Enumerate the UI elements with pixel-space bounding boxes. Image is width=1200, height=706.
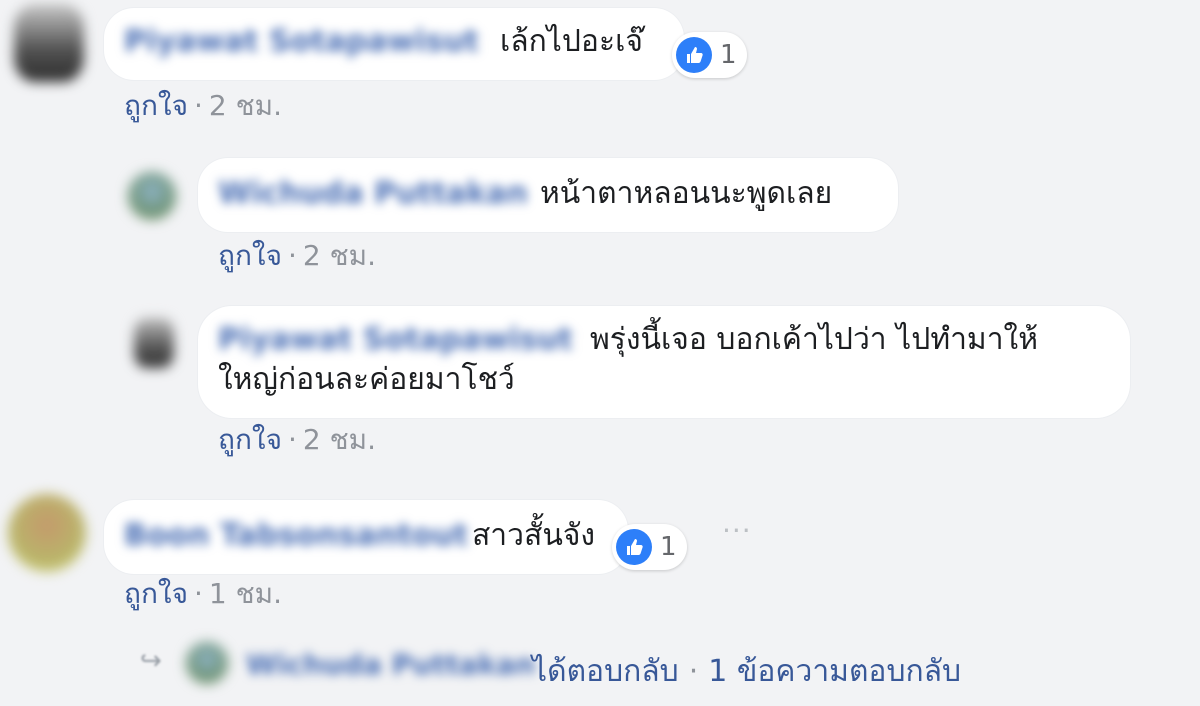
- comment-author[interactable]: Wichuda Puttakan: [218, 176, 528, 211]
- thumbs-up-icon: [616, 529, 652, 565]
- thumbs-up-icon: [676, 37, 712, 73]
- comment-text-line: พรุ่งนี้เจอ บอกเค้าไปว่า ไปทำมาให้: [590, 322, 1038, 357]
- reaction-badge[interactable]: 1: [672, 32, 747, 78]
- reply-arrow-icon: ↪: [140, 646, 162, 676]
- comment-meta: ถูกใจ · 2 ชม.: [218, 240, 376, 272]
- avatar[interactable]: [186, 642, 228, 684]
- comment-text: หน้าตาหลอนนะพูดเลย: [540, 176, 833, 211]
- comment-author[interactable]: Boon Tabsonsantout: [124, 518, 468, 553]
- comment-text-line: ใหญ่ก่อนละค่อยมาโชว์: [218, 362, 515, 397]
- meta-separator: ·: [193, 89, 203, 122]
- comment-meta: ถูกใจ · 1 ชม.: [124, 578, 282, 610]
- like-link[interactable]: ถูกใจ: [124, 89, 188, 122]
- avatar[interactable]: [128, 172, 176, 220]
- more-options-icon[interactable]: ···: [722, 514, 752, 547]
- comment-text: สาวสั้นจัง: [472, 518, 596, 553]
- comment-time[interactable]: 2 ชม.: [209, 89, 282, 122]
- reaction-count: 1: [660, 532, 677, 562]
- reaction-count: 1: [720, 40, 737, 70]
- comment-time[interactable]: 2 ชม.: [303, 239, 376, 272]
- comment-text: เล้กไปอะเจ๊: [500, 24, 643, 59]
- like-link[interactable]: ถูกใจ: [218, 423, 282, 456]
- avatar[interactable]: [14, 4, 84, 82]
- meta-separator: ·: [193, 577, 203, 610]
- comment-author[interactable]: Piyawat Sotapawisut: [218, 322, 573, 357]
- comment-time[interactable]: 2 ชม.: [303, 423, 376, 456]
- reply-author[interactable]: Wichuda Puttakan: [246, 648, 535, 681]
- reaction-badge[interactable]: 1: [612, 524, 687, 570]
- reply-count: 1 ข้อความตอบกลับ: [708, 654, 962, 689]
- reply-separator: ·: [688, 654, 699, 689]
- comment-time[interactable]: 1 ชม.: [209, 577, 282, 610]
- comment-meta: ถูกใจ · 2 ชม.: [218, 424, 376, 456]
- meta-separator: ·: [287, 423, 297, 456]
- reply-action: ได้ตอบกลับ: [532, 654, 679, 689]
- avatar[interactable]: [8, 494, 86, 572]
- avatar[interactable]: [134, 318, 174, 368]
- like-link[interactable]: ถูกใจ: [124, 577, 188, 610]
- meta-separator: ·: [287, 239, 297, 272]
- like-link[interactable]: ถูกใจ: [218, 239, 282, 272]
- comment-meta: ถูกใจ · 2 ชม.: [124, 90, 282, 122]
- comment-author[interactable]: Piyawat Sotapawisut: [124, 24, 479, 59]
- reply-summary-link[interactable]: ได้ตอบกลับ · 1 ข้อความตอบกลับ: [532, 648, 961, 695]
